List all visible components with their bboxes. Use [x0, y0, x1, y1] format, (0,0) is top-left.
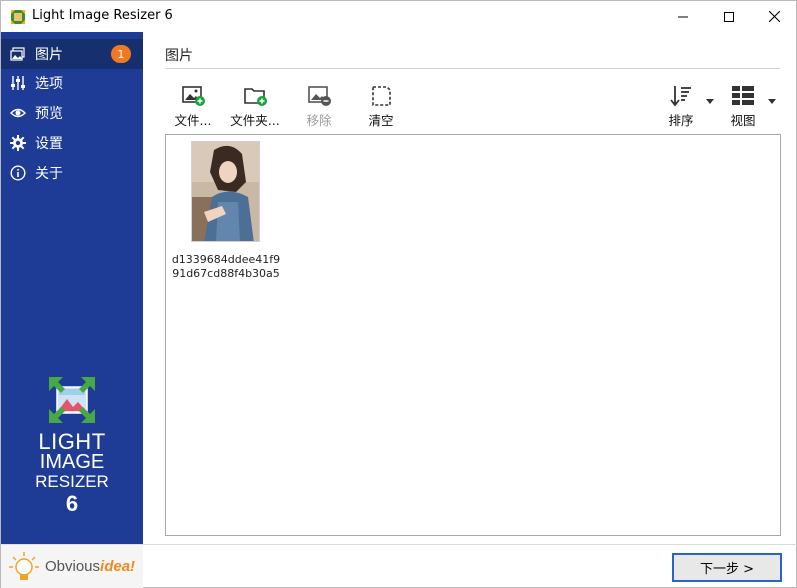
- sidebar-item-label: 设置: [35, 136, 63, 152]
- image-file-name: d1339684ddee41f991d67cd88f4b30a5: [171, 253, 281, 280]
- obviousidea-brand[interactable]: Obviousidea!: [1, 544, 143, 588]
- remove-label: 移除: [306, 113, 332, 128]
- sidebar-item-label: 选项: [35, 76, 63, 92]
- minimize-button[interactable]: [660, 1, 706, 32]
- sidebar-item-settings[interactable]: 设置: [1, 128, 143, 158]
- close-icon: [768, 11, 780, 22]
- view-dropdown-arrow-icon[interactable]: [768, 99, 776, 105]
- sort-button[interactable]: 排序: [653, 84, 709, 128]
- add-files-button[interactable]: 文件...: [165, 84, 221, 128]
- clear-button[interactable]: 清空: [353, 84, 409, 128]
- resize-logo-icon: [49, 377, 95, 423]
- remove-button[interactable]: 移除: [291, 84, 347, 128]
- window-title: Light Image Resizer 6: [32, 8, 173, 23]
- logo-text-version: 6: [65, 491, 79, 516]
- lightbulb-icon: [9, 551, 39, 580]
- remove-image-icon: [308, 86, 331, 106]
- add-folder-label: 文件夹...: [230, 113, 280, 128]
- add-files-label: 文件...: [174, 113, 212, 128]
- brand-name-part2: idea!: [100, 558, 136, 575]
- eye-icon: [10, 105, 26, 121]
- sort-dropdown-arrow-icon[interactable]: [706, 99, 714, 105]
- sort-label: 排序: [668, 113, 694, 128]
- image-count-badge: 1: [111, 45, 131, 63]
- sidebar-item-label: 预览: [35, 106, 63, 122]
- sidebar-item-options[interactable]: 选项: [1, 68, 143, 98]
- next-button[interactable]: 下一步 >: [672, 553, 782, 582]
- image-list-panel[interactable]: d1339684ddee41f991d67cd88f4b30a5: [165, 134, 781, 536]
- clear-label: 清空: [368, 113, 394, 128]
- clear-icon: [372, 86, 391, 106]
- add-image-icon: [182, 86, 205, 106]
- app-icon: [11, 10, 25, 24]
- minimize-icon: [678, 16, 688, 17]
- maximize-icon: [724, 11, 734, 22]
- images-icon: [10, 46, 26, 62]
- view-label: 视图: [730, 113, 756, 128]
- sidebar-item-label: 关于: [35, 166, 63, 182]
- logo-text-resizer: RESIZER: [35, 472, 109, 491]
- image-thumbnail: [191, 141, 260, 242]
- maximize-button[interactable]: [706, 1, 752, 32]
- title-bar: Light Image Resizer 6: [1, 1, 796, 32]
- footer-divider: [143, 544, 797, 545]
- app-window: Light Image Resizer 6 图片 1 选项 预览 设置 关于 L…: [0, 0, 797, 588]
- add-folder-button[interactable]: 文件夹...: [227, 84, 283, 128]
- view-button[interactable]: 视图: [715, 84, 771, 128]
- sidebar-item-about[interactable]: 关于: [1, 158, 143, 188]
- sidebar-item-label: 图片: [35, 47, 63, 63]
- sidebar: 图片 1 选项 预览 设置 关于 LIGHT IMAGE RESIZER 6: [1, 32, 143, 544]
- view-list-icon: [732, 86, 754, 105]
- close-button[interactable]: [751, 1, 797, 32]
- logo-text-image: IMAGE: [39, 451, 105, 473]
- title-divider: [165, 68, 780, 69]
- gear-icon: [10, 135, 26, 151]
- sliders-icon: [10, 75, 26, 91]
- sort-icon: [670, 86, 691, 107]
- sidebar-item-preview[interactable]: 预览: [1, 98, 143, 128]
- sidebar-item-images[interactable]: 图片 1: [1, 39, 143, 69]
- info-icon: [10, 165, 26, 181]
- photo-thumbnail-icon: [192, 142, 259, 241]
- add-folder-icon: [244, 88, 267, 106]
- page-title: 图片: [165, 48, 193, 64]
- brand-name-part1: Obvious: [45, 558, 101, 575]
